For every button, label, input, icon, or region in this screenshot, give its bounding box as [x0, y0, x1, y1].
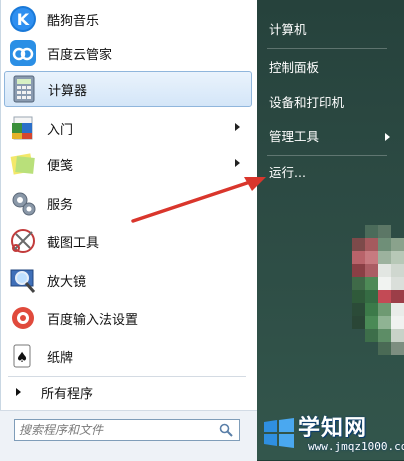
- program-item-solitaire[interactable]: ♠ 纸牌: [4, 338, 252, 374]
- search-box[interactable]: [14, 419, 240, 441]
- programs-pane: K 酷狗音乐 百度云管家 计算器 入门 便笺 服务 截图工具 放大镜 百度输入法…: [0, 0, 258, 461]
- magnifier-icon: [8, 265, 38, 295]
- all-programs-label: 所有程序: [41, 386, 94, 402]
- program-item-getting-started[interactable]: 入门: [4, 110, 252, 146]
- all-programs-button[interactable]: 所有程序: [4, 380, 252, 404]
- baidu-ime-settings-icon: [8, 303, 38, 333]
- program-label: 计算器: [48, 83, 88, 99]
- svg-text:♠: ♠: [16, 350, 29, 366]
- watermark-title: 学知网: [298, 416, 368, 441]
- divider: [267, 155, 387, 156]
- search-icon[interactable]: [219, 423, 233, 437]
- services-gear-icon: [8, 188, 38, 218]
- getting-started-icon: [8, 113, 38, 143]
- program-label: 百度输入法设置: [47, 312, 139, 328]
- program-label: 放大镜: [47, 274, 87, 290]
- program-item-magnifier[interactable]: 放大镜: [4, 262, 252, 298]
- link-computer[interactable]: 计算机: [269, 19, 307, 41]
- svg-text:K: K: [17, 10, 30, 29]
- program-item-kugou[interactable]: K 酷狗音乐: [4, 1, 252, 37]
- program-label: 纸牌: [47, 350, 74, 366]
- program-item-snipping-tool[interactable]: 截图工具: [4, 223, 252, 259]
- program-label: 便笺: [47, 158, 74, 174]
- link-run[interactable]: 运行...: [269, 162, 306, 184]
- chevron-right-icon: [235, 123, 240, 131]
- program-label: 截图工具: [47, 235, 100, 251]
- search-input[interactable]: [19, 421, 209, 439]
- system-links-pane: 计算机 控制面板 设备和打印机 管理工具 运行...: [257, 0, 404, 460]
- program-item-baidu-ime-settings[interactable]: 百度输入法设置: [4, 300, 252, 336]
- calculator-icon: [9, 74, 39, 104]
- triangle-right-icon: [16, 388, 21, 396]
- kugou-music-icon: K: [8, 4, 38, 34]
- program-label: 酷狗音乐: [47, 13, 100, 29]
- windows-logo-icon: [264, 418, 294, 448]
- program-label: 服务: [47, 197, 74, 213]
- divider: [267, 48, 387, 49]
- solitaire-icon: ♠: [8, 341, 38, 371]
- link-devices-and-printers[interactable]: 设备和打印机: [269, 92, 344, 114]
- chevron-right-icon: [235, 159, 240, 167]
- snipping-tool-icon: [8, 226, 38, 256]
- watermark-url: www.jmqz1000.com: [308, 440, 404, 453]
- watermark: 学知网 www.jmqz1000.com: [260, 404, 404, 460]
- baidu-cloud-icon: [8, 38, 38, 68]
- program-item-sticky-notes[interactable]: 便笺: [4, 146, 252, 182]
- sticky-notes-icon: [8, 149, 38, 179]
- divider: [8, 376, 246, 377]
- program-item-calculator[interactable]: 计算器: [4, 71, 252, 107]
- link-administrative-tools[interactable]: 管理工具: [269, 126, 319, 148]
- program-label: 入门: [47, 122, 74, 138]
- blurred-background-image: [352, 225, 404, 385]
- program-item-services[interactable]: 服务: [4, 185, 252, 221]
- program-item-baidu-cloud[interactable]: 百度云管家: [4, 35, 252, 71]
- link-control-panel[interactable]: 控制面板: [269, 57, 319, 79]
- program-label: 百度云管家: [47, 47, 113, 63]
- chevron-right-icon: [385, 133, 390, 141]
